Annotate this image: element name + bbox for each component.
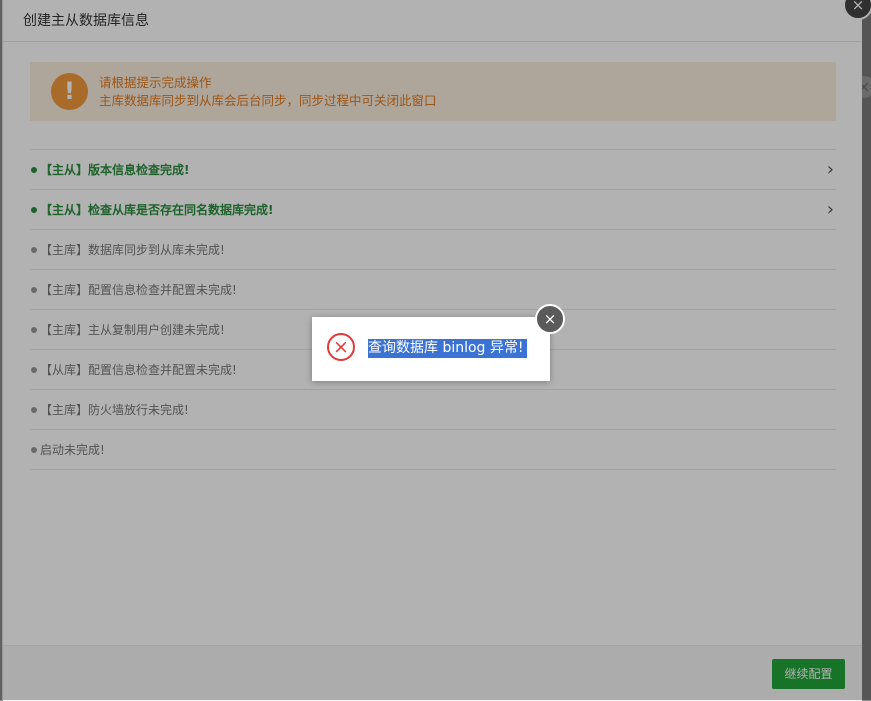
error-popup: × 查询数据库 binlog 异常! ×	[312, 304, 565, 381]
popup-close-icon[interactable]: ×	[535, 304, 565, 334]
error-message: 查询数据库 binlog 异常!	[368, 339, 527, 358]
error-x-icon: ×	[327, 333, 355, 361]
